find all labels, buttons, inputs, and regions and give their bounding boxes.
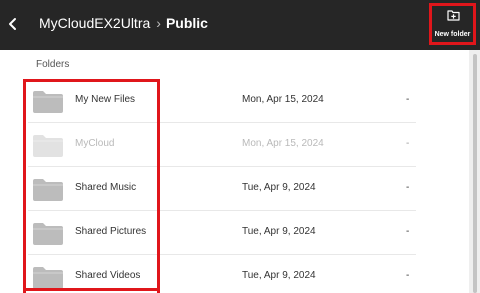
section-label-folders: Folders — [36, 59, 70, 70]
folder-size: - — [406, 138, 410, 149]
breadcrumb-current: Public — [165, 15, 208, 31]
highlight-box — [23, 79, 160, 293]
breadcrumb-parent[interactable]: MyCloudEX2Ultra — [39, 15, 150, 31]
top-bar: MyCloudEX2Ultra › Public New folder — [0, 0, 480, 50]
folder-date: Tue, Apr 9, 2024 — [242, 182, 316, 193]
folder-date: Tue, Apr 9, 2024 — [242, 270, 316, 281]
folder-date: Tue, Apr 9, 2024 — [242, 226, 316, 237]
breadcrumb-separator: › — [156, 15, 161, 31]
folder-size: - — [406, 270, 410, 281]
highlight-box-bottom — [23, 288, 160, 291]
folder-size: - — [406, 182, 410, 193]
folder-date: Mon, Apr 15, 2024 — [242, 94, 324, 105]
folder-size: - — [406, 226, 410, 237]
chevron-left-icon — [9, 18, 16, 30]
scrollbar-thumb[interactable] — [473, 54, 477, 293]
folder-size: - — [406, 94, 410, 105]
back-button[interactable] — [5, 13, 21, 35]
folder-plus-icon — [447, 10, 460, 21]
new-folder-label: New folder — [434, 31, 471, 38]
folder-date: Mon, Apr 15, 2024 — [242, 138, 324, 149]
breadcrumb: MyCloudEX2Ultra › Public — [39, 15, 208, 31]
new-folder-button[interactable]: New folder — [429, 3, 476, 45]
